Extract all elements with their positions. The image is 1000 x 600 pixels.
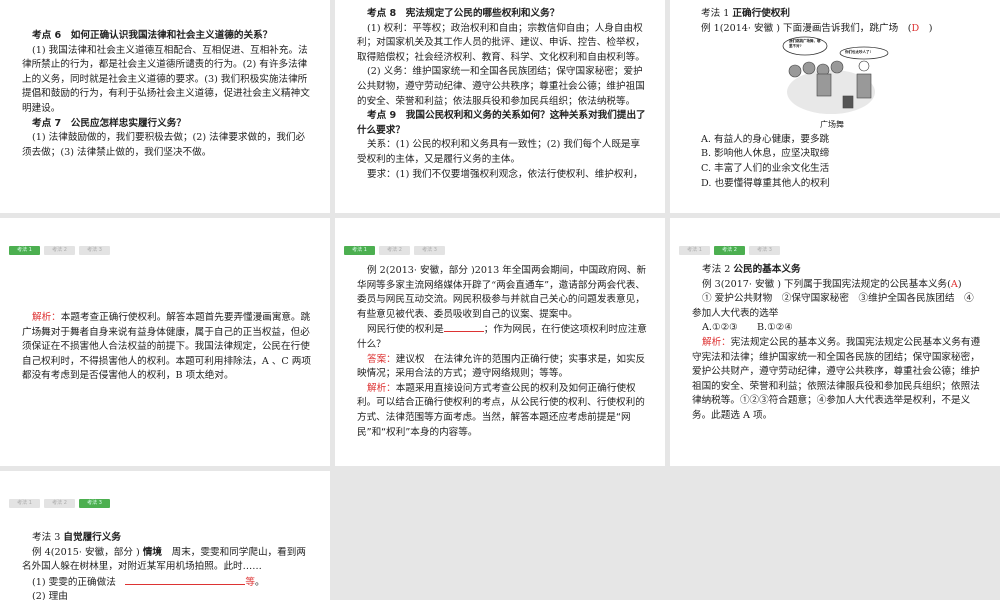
heading: 考点 9 我国公民权利和义务的关系如何？这种关系对我们提出了什么要求？ (357, 110, 646, 136)
slide-thumbnail-3[interactable]: 考法 1 正确行使权利 例 1(2014· 安徽 ) 下面漫画告诉我们，跳广场 … (670, 0, 1000, 213)
method-tabs: 考法 1 考法 2 考法 3 (9, 246, 110, 255)
paragraph: (1) 权利：平等权；政治权利和自由；宗教信仰自由；人身自由权利；对国家机关及其… (357, 22, 645, 63)
question-part: 网民行使的权利是 (367, 324, 444, 336)
question: 例 3(2017· 安徽 ) 下列属于我国宪法规定的公民基本义务( (702, 278, 951, 290)
answer: 等 (245, 576, 255, 588)
question-end: ) (957, 278, 962, 290)
answer-label: 答案： (367, 353, 396, 365)
option-c: C. 丰富了人们的业余文化生活 (701, 162, 830, 174)
method-title: 公民的基本义务 (733, 264, 801, 275)
method-label: 考法 2 (702, 264, 734, 275)
slide-thumbnail-5[interactable]: 考法 1 考法 2 考法 3 例 2(2013· 安徽，部分 )2013 年全国… (335, 218, 665, 466)
tab-method-1[interactable]: 考法 1 (679, 246, 710, 255)
paragraph: 关系：(1) 公民的权利和义务具有一致性；(2) 我们每个人既是享受权利的主体，… (357, 139, 641, 165)
slide-content: 例 2(2013· 安徽，部分 )2013 年全国两会期间，中国政府网、新华网等… (357, 264, 647, 440)
cartoon-caption: 广场舞 (820, 120, 844, 130)
question: 例 2(2013· 安徽，部分 )2013 年全国两会期间，中国政府网、新华网等… (357, 265, 647, 320)
tab-method-2[interactable]: 考法 2 (44, 246, 75, 255)
question-prefix: 例 4(2015· 安徽，部分 ) (32, 546, 143, 558)
paragraph: (1) 法律鼓励做的，我们要积极去做；(2) 法律要求做的，我们必须去做；(3)… (22, 132, 306, 158)
question: 例 1(2014· 安徽 ) 下面漫画告诉我们，跳广场 (701, 22, 899, 34)
tab-method-2[interactable]: 考法 2 (44, 499, 75, 508)
slide-content: 考点 6 如何正确认识我国法律和社会主义道德的关系？ (1) 我国法律和社会主义… (22, 29, 312, 160)
slide-thumbnail-7[interactable]: 考法 1 考法 2 考法 3 考法 3 自觉履行义务 例 4(2015· 安徽，… (0, 471, 330, 600)
slide-thumbnail-4[interactable]: 考法 1 考法 2 考法 3 解析：本题考查正确行使权利。解答本题首先要弄懂漫画… (0, 218, 330, 466)
method-title: 自觉履行义务 (63, 532, 121, 543)
slide-content: 考法 3 自觉履行义务 例 4(2015· 安徽，部分 ) 情境 周末，雯雯和同… (22, 531, 312, 600)
analysis-text: 本题采用直接设问方式考查公民的权利及如何正确行使权利。可以结合正确行使权利的考点… (357, 382, 645, 438)
answer-text: 建议权 在法律允许的范围内正确行使；实事求是，如实反映情况；采用合法的方式；遵守… (357, 353, 646, 380)
analysis-label: 解析： (367, 382, 396, 394)
method-label: 考法 3 (32, 532, 64, 543)
tab-method-3[interactable]: 考法 3 (79, 246, 110, 255)
heading: 考点 8 宪法规定了公民的哪些权利和义务？ (367, 8, 560, 19)
scenario-label: 情境 (142, 546, 163, 558)
method-tabs: 考法 1 考法 2 考法 3 (9, 499, 110, 508)
answer-blank (125, 575, 246, 585)
analysis-text: 本题考查正确行使权利。解答本题首先要弄懂漫画寓意。跳广场舞对于舞者自身来说有益身… (22, 312, 311, 382)
tab-method-2[interactable]: 考法 2 (379, 246, 410, 255)
speech-bubble-1: 我们跳跳广场舞，哪里不对? (789, 39, 821, 49)
sub-question-2: (2) 理由 (32, 591, 68, 600)
slide-content: 考点 8 宪法规定了公民的哪些权利和义务？ (1) 权利：平等权；政治权利和自由… (357, 7, 647, 182)
analysis-text: 宪法规定公民的基本义务。我国宪法规定公民基本义务有遵守宪法和法律；维护国家统一和… (692, 336, 981, 421)
slide-content: 考法 1 正确行使权利 例 1(2014· 安徽 ) 下面漫画告诉我们，跳广场 … (701, 7, 982, 191)
tab-method-3[interactable]: 考法 3 (79, 499, 110, 508)
question-items: ① 爱护公共财物 ②保守国家秘密 ③维护全国各民族团结 ④参加人大代表的选举 (692, 293, 974, 319)
option-b: B.①②④ (756, 322, 793, 334)
option-a: A. 有益人的身心健康，要多跳 (701, 133, 830, 145)
analysis-label: 解析： (32, 312, 61, 323)
method-label: 考法 1 (701, 8, 733, 19)
tab-method-2[interactable]: 考法 2 (714, 246, 745, 255)
method-title: 正确行使权利 (732, 8, 790, 19)
slide-thumbnail-1[interactable]: 考点 6 如何正确认识我国法律和社会主义道德的关系？ (1) 我国法律和社会主义… (0, 0, 330, 213)
slide-thumbnail-2[interactable]: 考点 8 宪法规定了公民的哪些权利和义务？ (1) 权利：平等权；政治权利和自由… (335, 0, 665, 213)
answer: A (950, 278, 958, 290)
slide-content: 解析：本题考查正确行使权利。解答本题首先要弄懂漫画寓意。跳广场舞对于舞者自身来说… (22, 311, 312, 384)
option-d: D. 也要懂得尊重其他人的权利 (701, 177, 830, 189)
slide-content: 考法 2 公民的基本义务 例 3(2017· 安徽 ) 下列属于我国宪法规定的公… (692, 263, 982, 424)
method-tabs: 考法 1 考法 2 考法 3 (679, 246, 780, 255)
method-tabs: 考法 1 考法 2 考法 3 (344, 246, 445, 255)
answer-blank (443, 322, 484, 333)
tab-method-3[interactable]: 考法 3 (749, 246, 780, 255)
answer: D (911, 22, 920, 34)
option-b: B. 影响他人休息，应坚决取缔 (701, 148, 830, 160)
heading: 考点 7 公民应怎样忠实履行义务？ (32, 117, 186, 129)
sub-question-1: (1) 雯雯的正确做法 (32, 576, 116, 588)
paragraph: 要求：(1) 我们不仅要增强权利观念，依法行使权利、维护权利， (367, 168, 643, 180)
paragraph: (2) 义务：维护国家统一和全国各民族团结；保守国家秘密；爱护公共财物，遵守劳动… (357, 66, 645, 107)
cartoon-image: 我们跳跳广场舞，哪里不对? 你们也太吵人了! (781, 36, 891, 118)
option-a: A.①②③ (702, 322, 738, 334)
tab-method-1[interactable]: 考法 1 (9, 499, 40, 508)
tab-method-1[interactable]: 考法 1 (344, 246, 375, 255)
paragraph: (1) 我国法律和社会主义道德互相配合、互相促进、互相补充。法律所禁止的行为，都… (22, 44, 310, 114)
speech-bubble-2: 你们也太吵人了! (845, 50, 872, 55)
slide-thumbnail-6[interactable]: 考法 1 考法 2 考法 3 考法 2 公民的基本义务 例 3(2017· 安徽… (670, 218, 1000, 466)
heading: 考点 6 如何正确认识我国法律和社会主义道德的关系？ (32, 30, 273, 41)
tab-method-3[interactable]: 考法 3 (414, 246, 445, 255)
tab-method-1[interactable]: 考法 1 (9, 246, 40, 255)
analysis-label: 解析： (702, 336, 731, 348)
